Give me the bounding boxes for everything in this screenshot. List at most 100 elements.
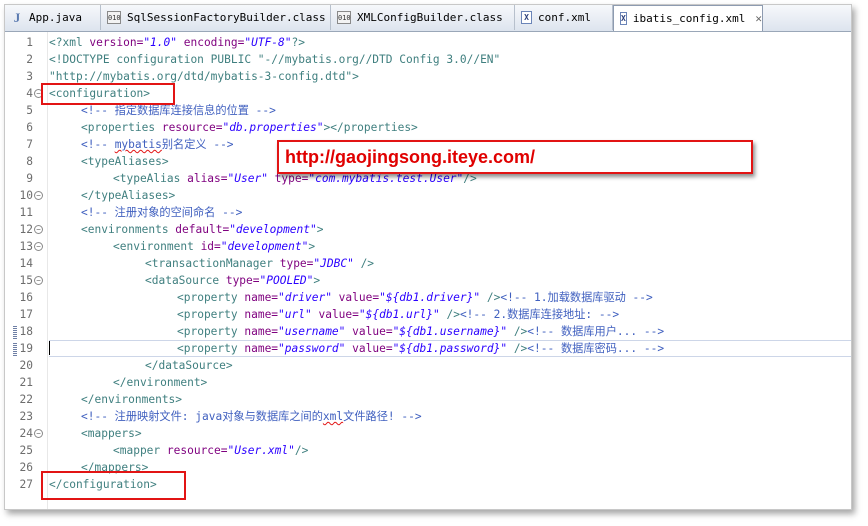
code-line-16: <property name="driver" value="${db1.dri… xyxy=(177,289,653,306)
fold-toggle-icon[interactable]: − xyxy=(34,276,43,285)
code-editor[interactable]: <?xml version="1.0" encoding="UTF-8"?> <… xyxy=(41,32,851,509)
attr-name: id= xyxy=(200,240,221,253)
comment-text: <!-- 注册映射文件: java对象与数据库之间的 xyxy=(81,410,323,423)
line-number: 21 xyxy=(19,376,33,389)
attr-value: "${db1.url}" xyxy=(358,308,440,321)
comment-text: 别名定义 --> xyxy=(161,138,234,151)
attr-value: "POOLED" xyxy=(259,274,314,287)
tab-conf-xml[interactable]: X conf.xml xyxy=(515,5,613,30)
line-number: 16 xyxy=(19,291,33,304)
line-number: 27 xyxy=(19,478,33,491)
fold-toggle-icon[interactable]: − xyxy=(34,242,43,251)
comment-text: <!-- 数据库用户... --> xyxy=(527,325,665,338)
attr-value: "JDBC" xyxy=(313,257,354,270)
fold-toggle-icon[interactable]: − xyxy=(34,191,43,200)
attr-name: value= xyxy=(331,291,380,304)
editor-window: J App.java 010 SqlSessionFactoryBuilder.… xyxy=(4,4,852,510)
tab-xmlconfigbuilder-class[interactable]: 010 XMLConfigBuilder.class xyxy=(331,5,515,30)
line-number: 13 xyxy=(19,240,33,253)
attr-value: "driver" xyxy=(278,291,332,304)
tag: ></properties> xyxy=(323,121,418,134)
tag: <typeAlias xyxy=(113,172,188,185)
line-number: 15 xyxy=(19,274,33,287)
tag: > xyxy=(316,223,324,236)
attr-value: "UTF-8" xyxy=(244,36,292,49)
line-number: 7 xyxy=(26,138,33,151)
attr-value: "password" xyxy=(278,342,346,355)
fold-toggle-icon[interactable]: − xyxy=(34,225,43,234)
tag: > xyxy=(308,240,316,253)
attr-name: resource= xyxy=(166,444,228,457)
attr-name: default= xyxy=(175,223,230,236)
attr-value: "${db1.driver}" xyxy=(379,291,481,304)
attr-value: "${db1.password}" xyxy=(392,342,508,355)
attr-name: value= xyxy=(345,342,393,355)
xml-file-icon: X xyxy=(521,11,532,24)
tag: <property xyxy=(177,308,245,321)
line-number: 26 xyxy=(19,461,33,474)
code-line-23: <!-- 注册映射文件: java对象与数据库之间的xml文件路径! --> xyxy=(81,408,422,425)
tag: /> xyxy=(439,308,460,321)
attr-name: name= xyxy=(244,291,279,304)
attr-name: name= xyxy=(244,342,279,355)
tab-label: ibatis_config.xml xyxy=(632,12,746,25)
line-number: 1 xyxy=(26,36,33,49)
comment-text: <!-- 数据库密码... --> xyxy=(527,342,665,355)
tab-label: App.java xyxy=(29,11,82,24)
code-line-2: <!DOCTYPE configuration PUBLIC "-//mybat… xyxy=(49,53,501,66)
line-number: 14 xyxy=(19,257,33,270)
comment-text: xml xyxy=(322,410,344,423)
code-line-11: <!-- 注册对象的空间命名 --> xyxy=(81,206,243,219)
tag: <property xyxy=(177,342,245,355)
line-number: 23 xyxy=(19,410,33,423)
code-line-22: </environments> xyxy=(81,393,183,406)
attr-value: "User.xml" xyxy=(227,444,295,457)
tag: <transactionManager xyxy=(145,257,280,270)
line-number: 24 xyxy=(19,427,33,440)
xml-decl-end: ?> xyxy=(291,36,305,49)
change-marker-icon xyxy=(13,326,17,340)
attr-name: value= xyxy=(311,308,359,321)
comment-text: <!-- 1.加载数据库驱动 --> xyxy=(500,291,653,304)
code-line-19: <property name="password" value="${db1.p… xyxy=(177,340,664,357)
line-number: 18 xyxy=(19,325,33,338)
xml-file-icon: X xyxy=(620,12,627,25)
xml-decl: <?xml xyxy=(49,36,90,49)
code-line-13: <environment id="development"> xyxy=(113,238,315,255)
tag: > xyxy=(313,274,321,287)
watermark-url: http://gaojingsong.iteye.com/ xyxy=(277,140,753,174)
attr-value: "${db1.username}" xyxy=(392,325,508,338)
line-number: 22 xyxy=(19,393,33,406)
attr-name: type= xyxy=(225,274,260,287)
tab-app-java[interactable]: J App.java xyxy=(5,5,101,30)
attr-name: alias= xyxy=(187,172,228,185)
attr-value: "User" xyxy=(227,172,268,185)
line-number: 5 xyxy=(26,104,33,117)
fold-toggle-icon[interactable]: − xyxy=(34,429,43,438)
attr-name: version= xyxy=(89,36,144,49)
code-line-24: <mappers> xyxy=(81,427,142,440)
tag: /> xyxy=(507,342,528,355)
close-icon[interactable]: ✕ xyxy=(755,12,762,25)
code-line-8: <typeAliases> xyxy=(81,155,169,168)
tab-label: conf.xml xyxy=(538,11,591,24)
change-marker-icon xyxy=(13,343,17,357)
comment-text: 文件路径! --> xyxy=(343,410,422,423)
line-number: 2 xyxy=(26,53,33,66)
attr-value: "1.0" xyxy=(143,36,177,49)
attr-name: resource= xyxy=(161,121,223,134)
attr-value: "url" xyxy=(278,308,312,321)
line-number: 8 xyxy=(26,155,33,168)
highlight-box-configuration-close xyxy=(41,471,186,500)
tag: /> xyxy=(294,444,309,457)
attr-value: "development" xyxy=(220,240,309,253)
tab-sqlsessionfactorybuilder-class[interactable]: 010 SqlSessionFactoryBuilder.class xyxy=(101,5,331,30)
code-line-17: <property name="url" value="${db1.url}" … xyxy=(177,306,619,323)
tag: /> xyxy=(353,257,375,270)
line-number: 12 xyxy=(19,223,33,236)
tab-ibatis-config-xml[interactable]: X ibatis_config.xml ✕ xyxy=(613,5,763,31)
attr-value: "username" xyxy=(278,325,346,338)
comment-text: mybatis xyxy=(114,138,162,151)
line-number: 19 xyxy=(19,342,33,355)
code-line-10: </typeAliases> xyxy=(81,189,176,202)
